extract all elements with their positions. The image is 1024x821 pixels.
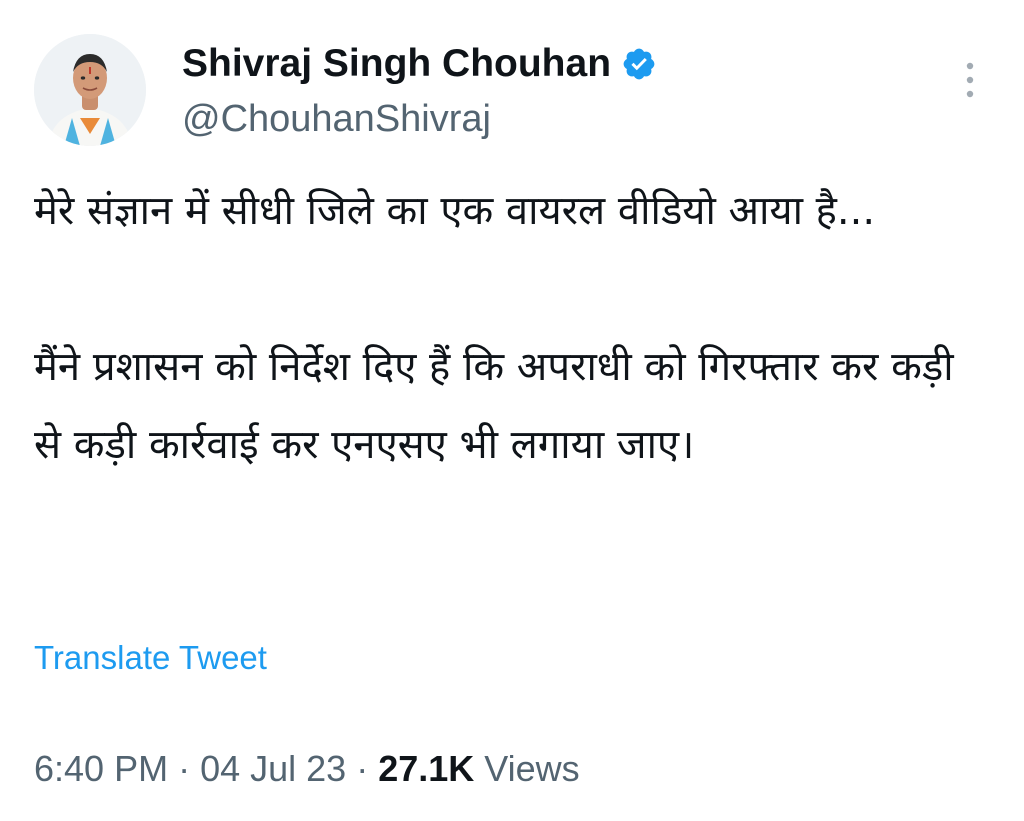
tweet-time[interactable]: 6:40 PM [34,748,168,789]
tweet-text: मेरे संज्ञान में सीधी जिले का एक वायरल व… [34,172,984,484]
views-label: Views [474,748,580,789]
views-count[interactable]: 27.1K [378,748,474,789]
more-options-icon[interactable] [960,60,980,100]
translate-tweet-link[interactable]: Translate Tweet [34,636,267,680]
username-handle[interactable]: @ChouhanShivraj [182,96,491,142]
avatar[interactable] [34,34,146,146]
tweet-date[interactable]: 04 Jul 23 [200,748,346,789]
profile-photo [34,34,146,146]
tweet-paragraph: मैंने प्रशासन को निर्देश दिए हैं कि अपरा… [34,344,954,468]
display-name[interactable]: Shivraj Singh Chouhan [182,40,611,88]
name-row: Shivraj Singh Chouhan [182,40,657,88]
verified-badge-icon [621,46,657,82]
tweet-header: Shivraj Singh Chouhan @ChouhanShivraj [34,34,984,146]
meta-separator: · [168,748,201,789]
tweet-paragraph: मेरे संज्ञान में सीधी जिले का एक वायरल व… [34,188,876,234]
tweet-meta: 6:40 PM · 04 Jul 23 · 27.1K Views [34,744,580,794]
meta-separator: · [346,748,379,789]
